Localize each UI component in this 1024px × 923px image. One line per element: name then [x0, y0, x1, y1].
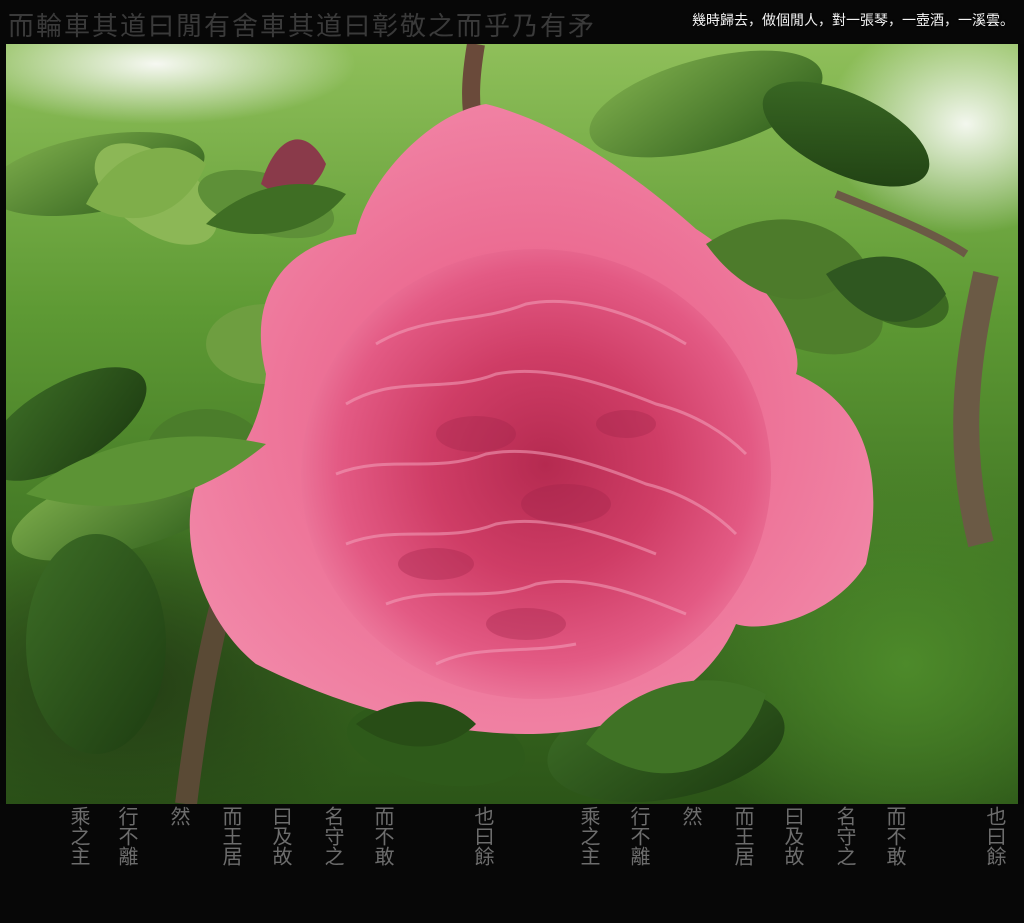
calligraphy-column: 行不離: [115, 806, 139, 866]
photo-frame: 而輪車其道曰閒有舍車其道曰彰敬之而乎乃有矛 幾時歸去，做個閒人，對一張琴，一壺酒…: [0, 0, 1024, 923]
bottom-calligraphy-strip: 乘之主 行不離 然 而王居 曰及故 名守之 而不敢 也曰餘 乘之主 行不離 然 …: [0, 804, 1024, 923]
calligraphy-column: 名守之: [833, 806, 857, 866]
leaf: [26, 534, 166, 754]
top-calligraphy-strip: 而輪車其道曰閒有舍車其道曰彰敬之而乎乃有矛 幾時歸去，做個閒人，對一張琴，一壺酒…: [0, 0, 1024, 44]
calligraphy-column: 曰及故: [781, 806, 805, 866]
calligraphy-column: 名守之: [321, 806, 345, 866]
calligraphy-column: 也曰餘: [471, 806, 495, 866]
calligraphy-column: 乘之主: [577, 806, 601, 866]
calligraphy-column: 而不敢: [883, 806, 907, 866]
calligraphy-column: 而王居: [219, 806, 243, 866]
poem-caption: 幾時歸去，做個閒人，對一張琴，一壺酒，一溪雲。: [692, 13, 1014, 29]
branch: [953, 271, 999, 548]
calligraphy-column: 然: [167, 806, 191, 826]
calligraphy-column: 行不離: [627, 806, 651, 866]
calligraphy-column: 而不敢: [371, 806, 395, 866]
calligraphy-column: 然: [679, 806, 703, 826]
calligraphy-column: 曰及故: [269, 806, 293, 866]
calligraphy-column: 而王居: [731, 806, 755, 866]
calligraphy-column: 也曰餘: [983, 806, 1007, 866]
peony-illustration: [6, 44, 999, 804]
branch: [834, 190, 969, 258]
branch: [175, 601, 232, 804]
peony-photo: [6, 44, 1018, 804]
calligraphy-column: 乘之主: [67, 806, 91, 866]
